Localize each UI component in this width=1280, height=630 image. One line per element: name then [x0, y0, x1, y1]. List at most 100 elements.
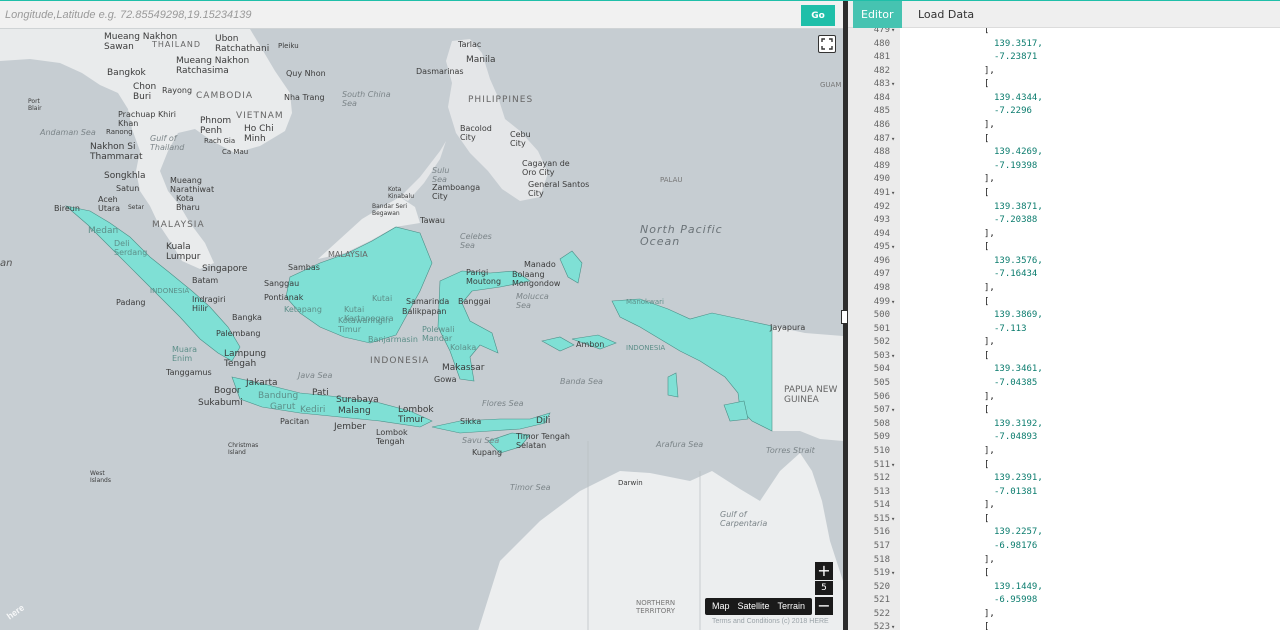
code-line[interactable]: 510], [848, 445, 1280, 459]
line-text: 139.1449, [994, 581, 1043, 592]
map-type-terrain-button[interactable]: Terrain [774, 598, 810, 615]
app-window: Mueang Nakhon Sawan THAILAND Ubon Ratchath… [0, 0, 1280, 630]
fold-toggle-icon[interactable]: ▾ [891, 513, 899, 527]
code-line[interactable]: 499 ▾ [ [848, 296, 1280, 310]
code-editor[interactable]: 479 ▾[480 139.3517, 481 -7.23871 482], 483 ▾[48… [848, 28, 1280, 630]
code-line[interactable]: 509 -7.04893 [848, 431, 1280, 445]
label-ketapang: Ketapang [284, 305, 322, 314]
code-line[interactable]: 488 139.4269, [848, 146, 1280, 160]
fold-toggle-icon[interactable]: ▾ [891, 567, 899, 581]
code-line[interactable]: 483 ▾ [ [848, 78, 1280, 92]
code-line[interactable]: 480 139.3517, [848, 38, 1280, 52]
label-indonesia-east: INDONESIA [626, 344, 665, 352]
fold-toggle-icon[interactable]: ▾ [891, 350, 899, 364]
code-line[interactable]: 502], [848, 336, 1280, 350]
code-line[interactable]: 479 ▾ [ [848, 28, 1280, 38]
line-text: 139.3192, [994, 418, 1043, 429]
map-type-satellite-button[interactable]: Satellite [734, 598, 774, 615]
line-text: 139.2391, [994, 473, 1043, 484]
line-number: 502 [873, 337, 890, 348]
map-type-map-button[interactable]: Map [708, 598, 734, 615]
code-line[interactable]: 518], [848, 554, 1280, 568]
code-line[interactable]: 508 139.3192, [848, 418, 1280, 432]
code-line[interactable]: 511 ▾ [ [848, 459, 1280, 473]
code-line[interactable]: 515 ▾ [ [848, 513, 1280, 527]
code-line[interactable]: 492 139.3871, [848, 201, 1280, 215]
code-line[interactable]: 505 -7.04385 [848, 377, 1280, 391]
code-line[interactable]: 490], [848, 173, 1280, 187]
code-line[interactable]: 506], [848, 391, 1280, 405]
map-terms-link[interactable]: Terms and Conditions (c) 2018 HERE [712, 618, 829, 625]
land-png [772, 326, 843, 441]
code-line[interactable]: 491 ▾ [ [848, 187, 1280, 201]
code-line[interactable]: 520 139.1449, [848, 581, 1280, 595]
code-line[interactable]: 517 -6.98176 [848, 540, 1280, 554]
fold-toggle-icon[interactable]: ▾ [891, 296, 899, 310]
line-number: 496 [873, 255, 890, 266]
fold-toggle-icon[interactable]: ▾ [891, 621, 899, 630]
code-line[interactable]: 484 139.4344, [848, 92, 1280, 106]
code-line[interactable]: 512 139.2391, [848, 472, 1280, 486]
label-palau: PALAU [660, 176, 683, 184]
label-bangka: Bangka [232, 313, 262, 322]
code-line[interactable]: 498], [848, 282, 1280, 296]
code-line[interactable]: 507 ▾ [ [848, 404, 1280, 418]
line-text: ], [984, 391, 995, 402]
label-tarlac: Tarlac [457, 40, 481, 49]
line-number: 523 [873, 622, 890, 630]
code-line[interactable]: 519 ▾ [ [848, 567, 1280, 581]
code-line[interactable]: 522], [848, 608, 1280, 622]
line-text: [ [984, 622, 990, 630]
code-line[interactable]: 496 139.3576, [848, 255, 1280, 269]
code-line[interactable]: 521 -6.95998 [848, 594, 1280, 608]
fullscreen-button[interactable] [818, 35, 836, 53]
fold-toggle-icon[interactable]: ▾ [891, 28, 899, 38]
label-northern-territory: NORTHERN TERRITORY [635, 599, 676, 615]
go-button[interactable]: Go [801, 5, 835, 26]
map-pane[interactable]: Mueang Nakhon Sawan THAILAND Ubon Ratchath… [0, 1, 843, 630]
zoom-out-button[interactable]: − [815, 597, 833, 615]
label-quy-nhon: Quy Nhon [286, 69, 326, 78]
code-line[interactable]: 482], [848, 65, 1280, 79]
code-line[interactable]: 481 -7.23871 [848, 51, 1280, 65]
label-bandung: Bandung [258, 391, 298, 401]
label-medan: Medan [88, 226, 118, 236]
code-line[interactable]: 486], [848, 119, 1280, 133]
coordinate-search-input[interactable] [0, 1, 790, 28]
line-text: [ [984, 79, 990, 90]
code-line[interactable]: 514], [848, 499, 1280, 513]
line-number: 490 [873, 174, 890, 185]
zoom-in-button[interactable]: + [815, 562, 833, 580]
code-line[interactable]: 493 -7.20388 [848, 214, 1280, 228]
code-line[interactable]: 503 ▾ [ [848, 350, 1280, 364]
code-line[interactable]: 523 ▾ [ [848, 621, 1280, 630]
tab-editor[interactable]: Editor [853, 1, 902, 28]
code-line[interactable]: 501 -7.113 [848, 323, 1280, 337]
code-line[interactable]: 485 -7.2296 [848, 105, 1280, 119]
code-line[interactable]: 504 139.3461, [848, 363, 1280, 377]
fold-toggle-icon[interactable]: ▾ [891, 241, 899, 255]
code-line[interactable]: 500 139.3869, [848, 309, 1280, 323]
map-canvas[interactable]: Mueang Nakhon Sawan THAILAND Ubon Ratchath… [0, 1, 843, 630]
code-line[interactable]: 497 -7.16434 [848, 268, 1280, 282]
fold-toggle-icon[interactable]: ▾ [891, 187, 899, 201]
code-line[interactable]: 494], [848, 228, 1280, 242]
coordinate-search-bar: Go [0, 1, 843, 29]
code-line[interactable]: 516 139.2257, [848, 526, 1280, 540]
tab-load-data[interactable]: Load Data [910, 1, 982, 28]
line-text: 139.3869, [994, 310, 1043, 321]
line-number: 489 [873, 160, 890, 171]
code-line[interactable]: 489 -7.19398 [848, 160, 1280, 174]
code-line[interactable]: 487 ▾ [ [848, 133, 1280, 147]
code-line[interactable]: 513 -7.01381 [848, 486, 1280, 500]
label-lombok-tengah: Lombok Tengah [375, 428, 408, 446]
fold-toggle-icon[interactable]: ▾ [891, 404, 899, 418]
line-text: ], [984, 554, 995, 565]
splitter-grip-icon[interactable] [841, 310, 848, 324]
code-line[interactable]: 495 ▾ [ [848, 241, 1280, 255]
fold-toggle-icon[interactable]: ▾ [891, 78, 899, 92]
line-text: 139.3517, [994, 38, 1043, 49]
fold-toggle-icon[interactable]: ▾ [891, 133, 899, 147]
fold-toggle-icon[interactable]: ▾ [891, 459, 899, 473]
label-dasmarinas: Dasmarinas [416, 67, 464, 76]
